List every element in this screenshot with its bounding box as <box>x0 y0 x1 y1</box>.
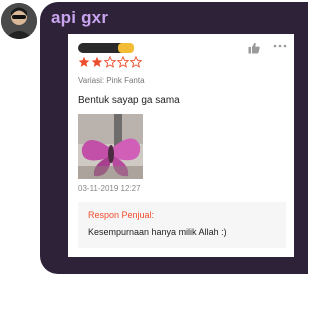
more-icon[interactable] <box>273 43 287 49</box>
review-date: 03-11-2019 12:27 <box>78 184 141 193</box>
review-card: Variasi: Pink Fanta Bentuk sayap ga sama… <box>68 34 294 257</box>
seller-response-label: Respon Penjual: <box>88 210 155 220</box>
star-filled-icon <box>78 56 90 67</box>
seller-response: Respon Penjual: Kesempurnaan hanya milik… <box>78 202 286 248</box>
rating-stars <box>78 56 142 68</box>
avatar[interactable] <box>1 3 37 39</box>
star-empty-icon <box>130 56 142 68</box>
like-icon[interactable] <box>248 42 260 54</box>
chat-username[interactable]: api gxr <box>51 8 108 28</box>
star-empty-icon <box>117 56 129 68</box>
seller-response-text: Kesempurnaan hanya milik Allah :) <box>88 227 227 237</box>
member-badge <box>118 43 134 53</box>
star-empty-icon <box>104 56 116 68</box>
review-variant: Variasi: Pink Fanta <box>78 76 145 85</box>
review-comment: Bentuk sayap ga sama <box>78 95 180 106</box>
review-photo[interactable] <box>78 114 143 179</box>
star-filled-icon <box>91 56 103 67</box>
